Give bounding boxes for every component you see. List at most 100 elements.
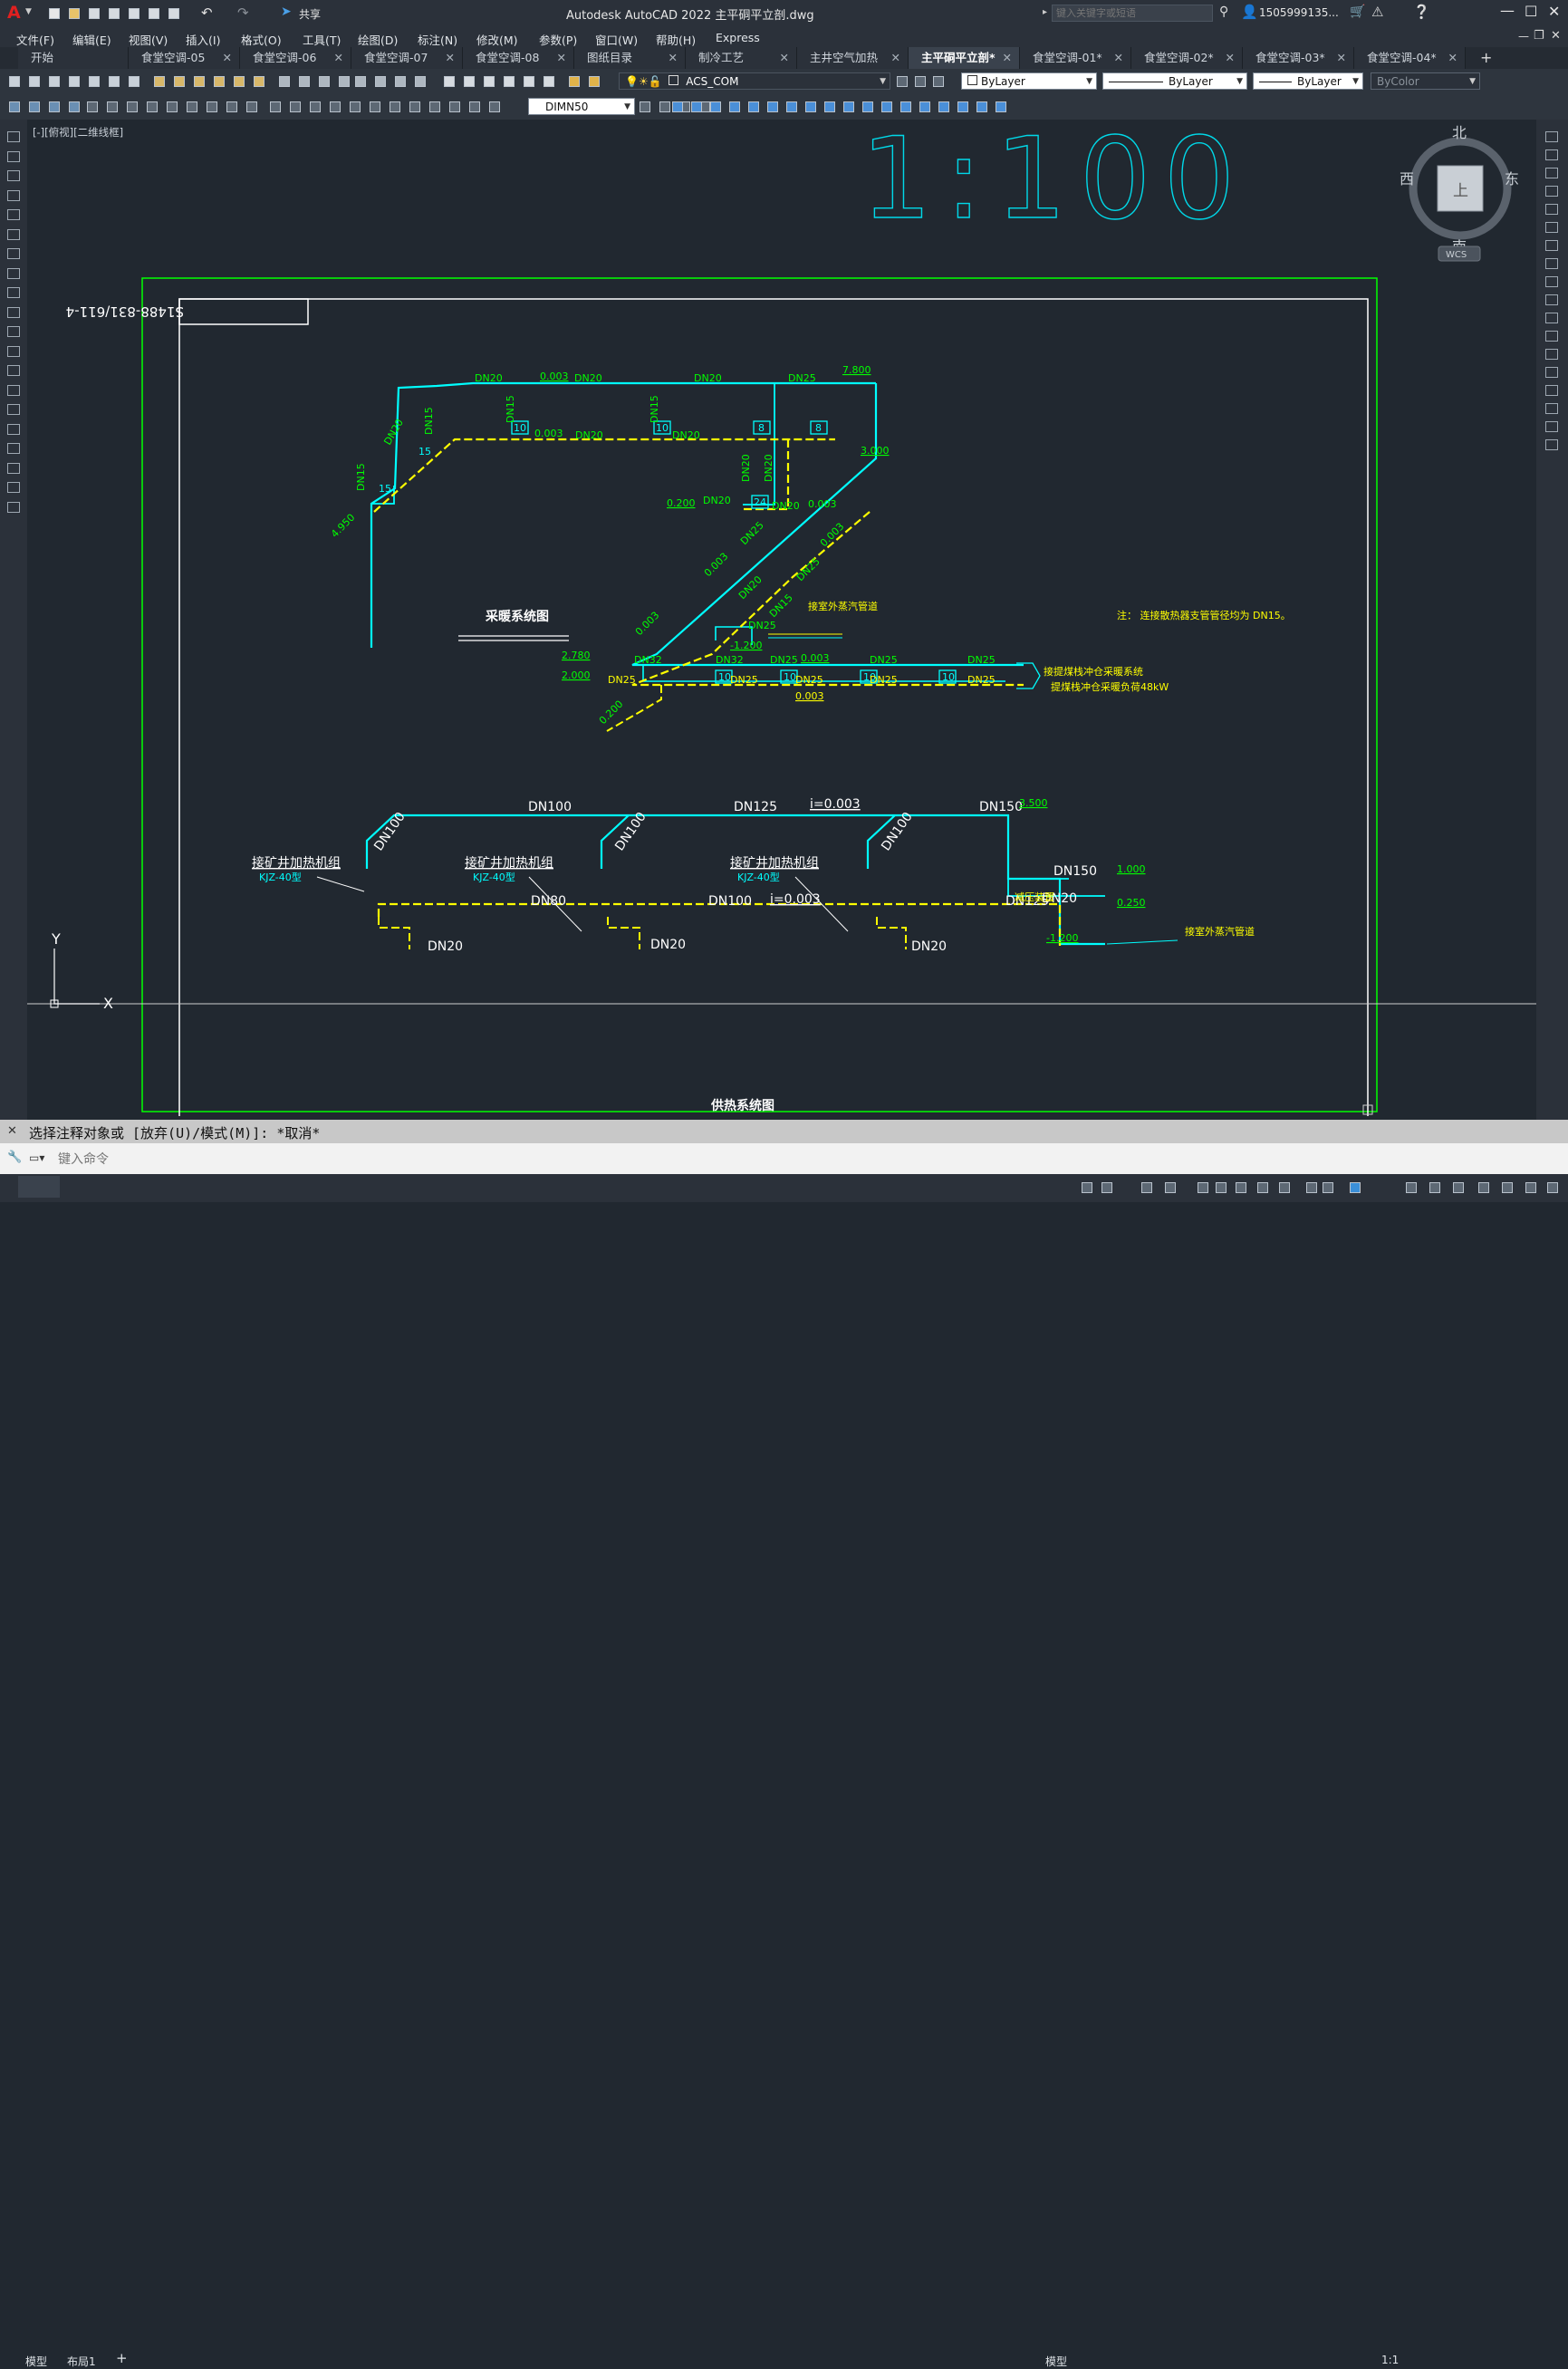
layer-previous-icon[interactable] <box>913 74 928 89</box>
customize-cmd-icon[interactable]: 🔧 <box>7 1151 22 1164</box>
std-tool-5-icon[interactable] <box>87 74 101 89</box>
tab-file-1[interactable]: 食堂空调-05 ✕ <box>129 47 240 69</box>
draw-tool-7-icon[interactable] <box>5 246 22 262</box>
open-web-icon[interactable] <box>127 6 141 21</box>
modify-tool-9-icon[interactable] <box>1544 274 1560 290</box>
std-tool-2-icon[interactable] <box>27 74 42 89</box>
draw-tool-8-icon[interactable] <box>5 265 22 282</box>
autodesk-app-icon[interactable]: ⚠ <box>1371 4 1383 20</box>
status-toggle-14-icon[interactable] <box>1428 1180 1442 1195</box>
menu-help[interactable]: 帮助(H) <box>656 31 696 48</box>
app-menu-chevron-icon[interactable]: ▼ <box>25 7 32 16</box>
save-icon[interactable] <box>87 6 101 21</box>
model-space-button[interactable]: 模型 <box>1045 2354 1067 2369</box>
save-as-icon[interactable] <box>107 6 121 21</box>
draw-tool-14-icon[interactable] <box>5 382 22 399</box>
std-tool-6-icon[interactable] <box>107 74 121 89</box>
new-file-icon[interactable] <box>47 6 62 21</box>
status-toggle-4-icon[interactable] <box>1163 1180 1178 1195</box>
status-toggle-2-icon[interactable] <box>1100 1180 1114 1195</box>
color-dropdown[interactable]: ByLayer ▼ <box>961 72 1097 90</box>
close-icon[interactable]: ✕ <box>1548 3 1560 20</box>
tab-file-12[interactable]: 食堂空调-04* ✕ <box>1354 47 1466 69</box>
draw-tool-2-icon[interactable] <box>5 149 22 165</box>
edit-tool-5-icon[interactable] <box>232 74 246 89</box>
tab-close-icon[interactable]: ✕ <box>1448 47 1457 69</box>
command-input[interactable] <box>56 1149 1563 1170</box>
search-icon[interactable]: ⚲ <box>1219 5 1228 19</box>
recent-commands-icon[interactable]: ▭▾ <box>29 1151 44 1164</box>
tab-file-8-active[interactable]: 主平硐平立剖* ✕ <box>909 47 1020 69</box>
modify-tool-8-icon[interactable] <box>1544 255 1560 272</box>
draworder-tool-12-icon[interactable] <box>880 100 894 114</box>
tab-close-icon[interactable]: ✕ <box>1114 47 1123 69</box>
draw-tool-3-icon[interactable] <box>5 168 22 184</box>
share-button[interactable]: 共享 <box>299 6 321 22</box>
redo-icon[interactable]: ↷ <box>237 5 249 21</box>
doc-close-icon[interactable]: ✕ <box>1551 29 1561 43</box>
modify-tool-10-icon[interactable] <box>1544 292 1560 308</box>
dim-tool-9-icon[interactable] <box>245 100 259 114</box>
draw-tool-10-icon[interactable] <box>5 304 22 321</box>
status-toggle-11-icon[interactable] <box>1321 1180 1335 1195</box>
dim2-tool-9-icon[interactable] <box>428 100 442 114</box>
modify-tool-16-icon[interactable] <box>1544 400 1560 417</box>
menu-format[interactable]: 格式(O) <box>241 31 282 48</box>
tab-file-11[interactable]: 食堂空调-03* ✕ <box>1243 47 1354 69</box>
doc-minimize-icon[interactable]: — <box>1518 30 1529 43</box>
draw-tool-5-icon[interactable] <box>5 207 22 223</box>
modify-tool-13-icon[interactable] <box>1544 346 1560 362</box>
new-tab-icon[interactable]: + <box>1480 49 1492 66</box>
dim2-tool-10-icon[interactable] <box>447 100 462 114</box>
pan-zoom-tool-4-icon[interactable] <box>413 74 428 89</box>
status-toggle-18-icon[interactable] <box>1524 1180 1538 1195</box>
dim-tool-6-icon[interactable] <box>185 100 199 114</box>
dim-tool-3-icon[interactable] <box>125 100 139 114</box>
menu-parametric[interactable]: 参数(P) <box>539 31 577 48</box>
dim2-tool-3-icon[interactable] <box>308 100 322 114</box>
dim-tool-8-icon[interactable] <box>225 100 239 114</box>
menu-view[interactable]: 视图(V) <box>129 31 168 48</box>
tab-close-icon[interactable]: ✕ <box>1337 47 1346 69</box>
dim2-tool-1-icon[interactable] <box>268 100 283 114</box>
draw-tool-17-icon[interactable] <box>5 440 22 457</box>
draworder-tool-14-icon[interactable] <box>918 100 932 114</box>
status-toggle-1-icon[interactable] <box>1080 1180 1094 1195</box>
open-file-icon[interactable] <box>67 6 82 21</box>
tab-start[interactable]: 开始 <box>18 47 129 69</box>
help-icon[interactable]: ❔ <box>1413 4 1430 20</box>
layer-state-icon[interactable] <box>931 74 946 89</box>
modify-tool-6-icon[interactable] <box>1544 219 1560 236</box>
dimstyle-dropdown[interactable]: DIMN50 ▼ <box>528 98 635 115</box>
properties-tool-3-icon[interactable] <box>482 74 496 89</box>
tab-file-2[interactable]: 食堂空调-06 ✕ <box>240 47 351 69</box>
annotation-scale[interactable]: 1:1 <box>1381 2354 1399 2366</box>
tab-file-5[interactable]: 图纸目录 ✕ <box>574 47 686 69</box>
draw-tool-6-icon[interactable] <box>5 226 22 243</box>
maximize-icon[interactable]: ☐ <box>1525 3 1537 20</box>
tab-close-icon[interactable]: ✕ <box>1226 47 1235 69</box>
status-toggle-5-icon[interactable] <box>1196 1180 1210 1195</box>
tab-file-9[interactable]: 食堂空调-01* ✕ <box>1020 47 1131 69</box>
status-toggle-19-icon[interactable] <box>1545 1180 1560 1195</box>
layer-tool-2-icon[interactable] <box>587 74 601 89</box>
dim2-tool-11-icon[interactable] <box>467 100 482 114</box>
modify-tool-11-icon[interactable] <box>1544 310 1560 326</box>
draworder-tool-13-icon[interactable] <box>899 100 913 114</box>
draw-tool-20-icon[interactable] <box>5 499 22 515</box>
draw-tool-16-icon[interactable] <box>5 421 22 438</box>
menu-window[interactable]: 窗口(W) <box>595 31 638 48</box>
modify-tool-3-icon[interactable] <box>47 100 62 114</box>
dim-tool-2-icon[interactable] <box>105 100 120 114</box>
layer-dropdown[interactable]: 💡☀🔓 ACS_COM ▼ <box>619 72 890 90</box>
edit-tool-4-icon[interactable] <box>212 74 226 89</box>
tab-close-icon[interactable]: ✕ <box>223 47 232 69</box>
doc-restore-icon[interactable]: ❐ <box>1534 29 1544 43</box>
draworder-tool-11-icon[interactable] <box>861 100 875 114</box>
layer-match-icon[interactable] <box>895 74 909 89</box>
menu-file[interactable]: 文件(F) <box>16 31 54 48</box>
dim2-tool-8-icon[interactable] <box>408 100 422 114</box>
modify-tool-17-icon[interactable] <box>1544 419 1560 435</box>
share-icon[interactable]: ➤ <box>281 5 292 19</box>
draworder-tool-16-icon[interactable] <box>956 100 970 114</box>
